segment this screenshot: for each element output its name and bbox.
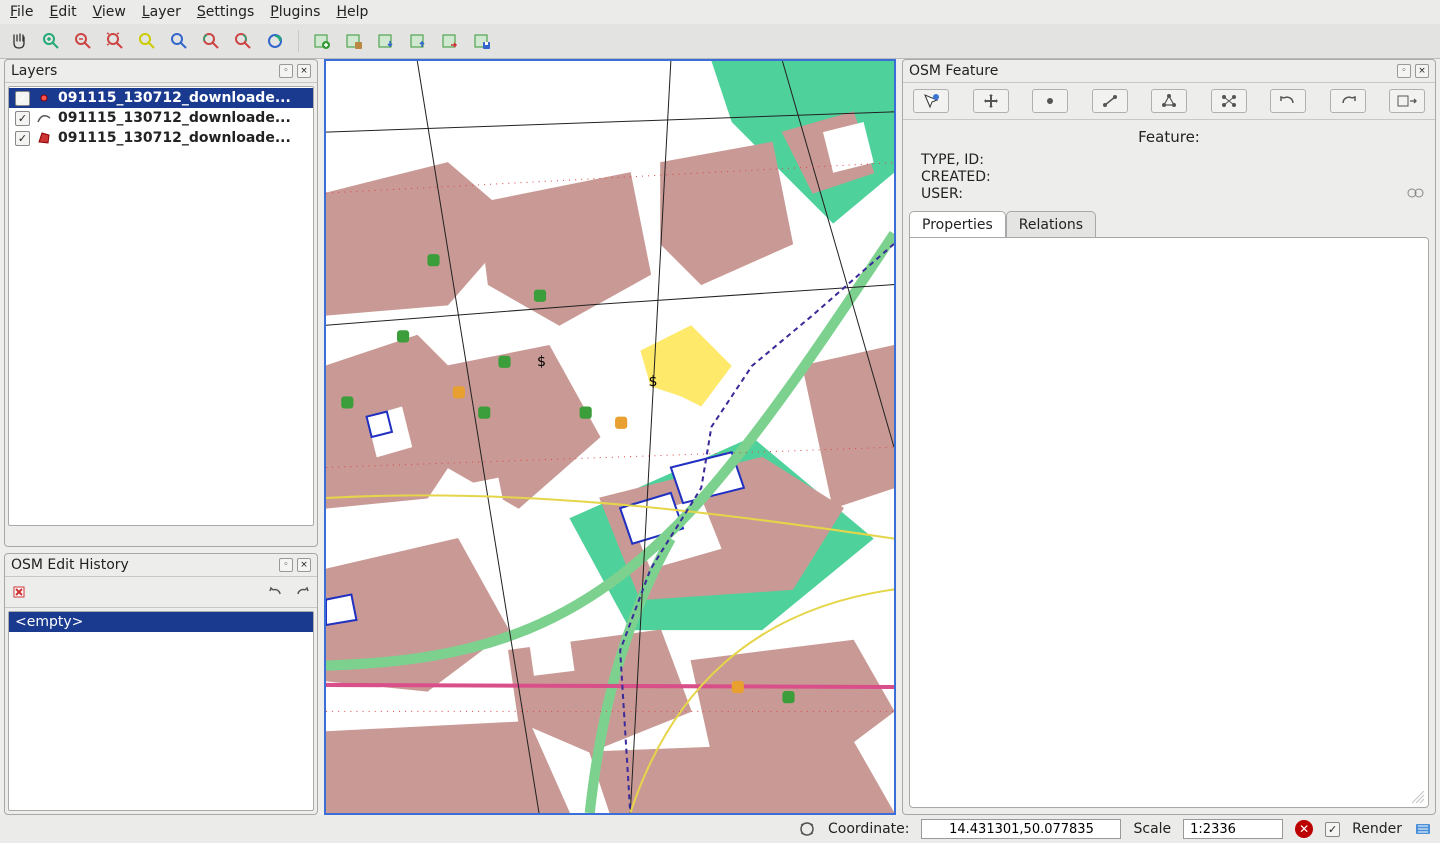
identify-feature-button[interactable] (913, 89, 949, 113)
feature-toolbar (903, 83, 1435, 120)
zoom-layer-button[interactable] (166, 28, 192, 54)
history-row[interactable]: <empty> (9, 612, 313, 632)
feature-info: TYPE, ID: CREATED: USER: (903, 152, 1435, 210)
menu-layer[interactable]: Layer (142, 4, 181, 20)
layer-row[interactable]: ✓ 091115_130712_downloade... (9, 108, 313, 128)
type-id-label: TYPE, ID: (921, 152, 984, 169)
scale-input[interactable] (1183, 819, 1283, 839)
scale-label: Scale (1133, 821, 1171, 837)
layers-panel: Layers ◦ × ✓ 091115_130712_downloade... … (4, 59, 318, 547)
menu-edit[interactable]: Edit (49, 4, 76, 20)
layer-row[interactable]: ✓ 091115_130712_downloade... (9, 128, 313, 148)
zoom-full-button[interactable] (102, 28, 128, 54)
history-panel: OSM Edit History ◦ × <empty> (4, 553, 318, 815)
history-panel-title: OSM Edit History (11, 557, 279, 573)
move-feature-button[interactable] (973, 89, 1009, 113)
create-point-button[interactable] (1032, 89, 1068, 113)
osm-feature-button[interactable] (341, 28, 367, 54)
render-checkbox[interactable]: ✓ (1325, 822, 1340, 837)
resize-grip-icon (1408, 791, 1426, 805)
feature-heading: Feature: (903, 120, 1435, 152)
osm-upload-button[interactable] (405, 28, 431, 54)
history-redo-button[interactable] (291, 581, 313, 603)
layer-line-icon (36, 110, 52, 126)
feature-shade-button[interactable]: ◦ (1397, 64, 1411, 78)
show-hide-button[interactable] (1389, 89, 1425, 113)
svg-text:$: $ (537, 354, 546, 370)
zoom-selection-button[interactable] (134, 28, 160, 54)
projection-icon[interactable] (1414, 820, 1432, 838)
history-undo-button[interactable] (265, 581, 287, 603)
history-clear-button[interactable] (9, 581, 31, 603)
tab-relations[interactable]: Relations (1006, 211, 1096, 238)
menu-plugins[interactable]: Plugins (270, 4, 320, 20)
zoom-in-button[interactable] (38, 28, 64, 54)
render-label: Render (1352, 821, 1402, 837)
feature-tab-content (909, 237, 1429, 808)
zoom-out-button[interactable] (70, 28, 96, 54)
feature-panel: OSM Feature ◦ × Feature: TYPE, ID: (902, 59, 1436, 815)
layer-name: 091115_130712_downloade... (58, 90, 291, 106)
create-relation-button[interactable] (1211, 89, 1247, 113)
menu-help[interactable]: Help (336, 4, 368, 20)
zoom-next-button[interactable] (230, 28, 256, 54)
stop-render-button[interactable]: ✕ (1295, 820, 1313, 838)
feature-settings-icon[interactable] (1407, 186, 1425, 205)
layers-panel-title: Layers (11, 63, 279, 79)
status-bar: Coordinate: Scale ✕ ✓ Render (0, 815, 1440, 843)
menu-view[interactable]: View (93, 4, 126, 20)
user-label: USER: (921, 186, 963, 203)
menu-bar: FFileile Edit View Layer Settings Plugin… (0, 0, 1440, 24)
menu-settings[interactable]: Settings (197, 4, 254, 20)
layer-name: 091115_130712_downloade... (58, 130, 291, 146)
feature-tabs: Properties Relations (903, 210, 1435, 237)
history-list: <empty> (8, 611, 314, 811)
menu-file[interactable]: FFileile (10, 4, 33, 20)
pan-tool-button[interactable] (6, 28, 32, 54)
coord-input[interactable] (921, 819, 1121, 839)
redo-button[interactable] (1330, 89, 1366, 113)
created-label: CREATED: (921, 169, 991, 186)
layers-shade-button[interactable]: ◦ (279, 64, 293, 78)
create-line-button[interactable] (1092, 89, 1128, 113)
layer-visibility-checkbox[interactable]: ✓ (15, 131, 30, 146)
osm-import-button[interactable] (437, 28, 463, 54)
layer-polygon-icon (36, 130, 52, 146)
layer-row[interactable]: ✓ 091115_130712_downloade... (9, 88, 313, 108)
tab-properties[interactable]: Properties (909, 211, 1006, 238)
history-close-button[interactable]: × (297, 558, 311, 572)
layer-visibility-checkbox[interactable]: ✓ (15, 91, 30, 106)
feature-close-button[interactable]: × (1415, 64, 1429, 78)
map-canvas[interactable]: $ $ (324, 59, 896, 815)
main-toolbar (0, 24, 1440, 59)
create-polygon-button[interactable] (1151, 89, 1187, 113)
layer-name: 091115_130712_downloade... (58, 110, 291, 126)
osm-download-button[interactable] (373, 28, 399, 54)
osm-save-button[interactable] (469, 28, 495, 54)
layers-close-button[interactable]: × (297, 64, 311, 78)
coord-label: Coordinate: (828, 821, 909, 837)
layers-list: ✓ 091115_130712_downloade... ✓ 091115_13… (8, 86, 314, 526)
osm-load-button[interactable] (309, 28, 335, 54)
feature-panel-title: OSM Feature (909, 63, 1397, 79)
svg-text:$: $ (649, 374, 658, 390)
undo-button[interactable] (1270, 89, 1306, 113)
layer-point-icon (36, 90, 52, 106)
layer-visibility-checkbox[interactable]: ✓ (15, 111, 30, 126)
toolbar-separator (298, 30, 299, 52)
refresh-button[interactable] (262, 28, 288, 54)
history-shade-button[interactable]: ◦ (279, 558, 293, 572)
zoom-last-button[interactable] (198, 28, 224, 54)
gps-icon[interactable] (798, 820, 816, 838)
